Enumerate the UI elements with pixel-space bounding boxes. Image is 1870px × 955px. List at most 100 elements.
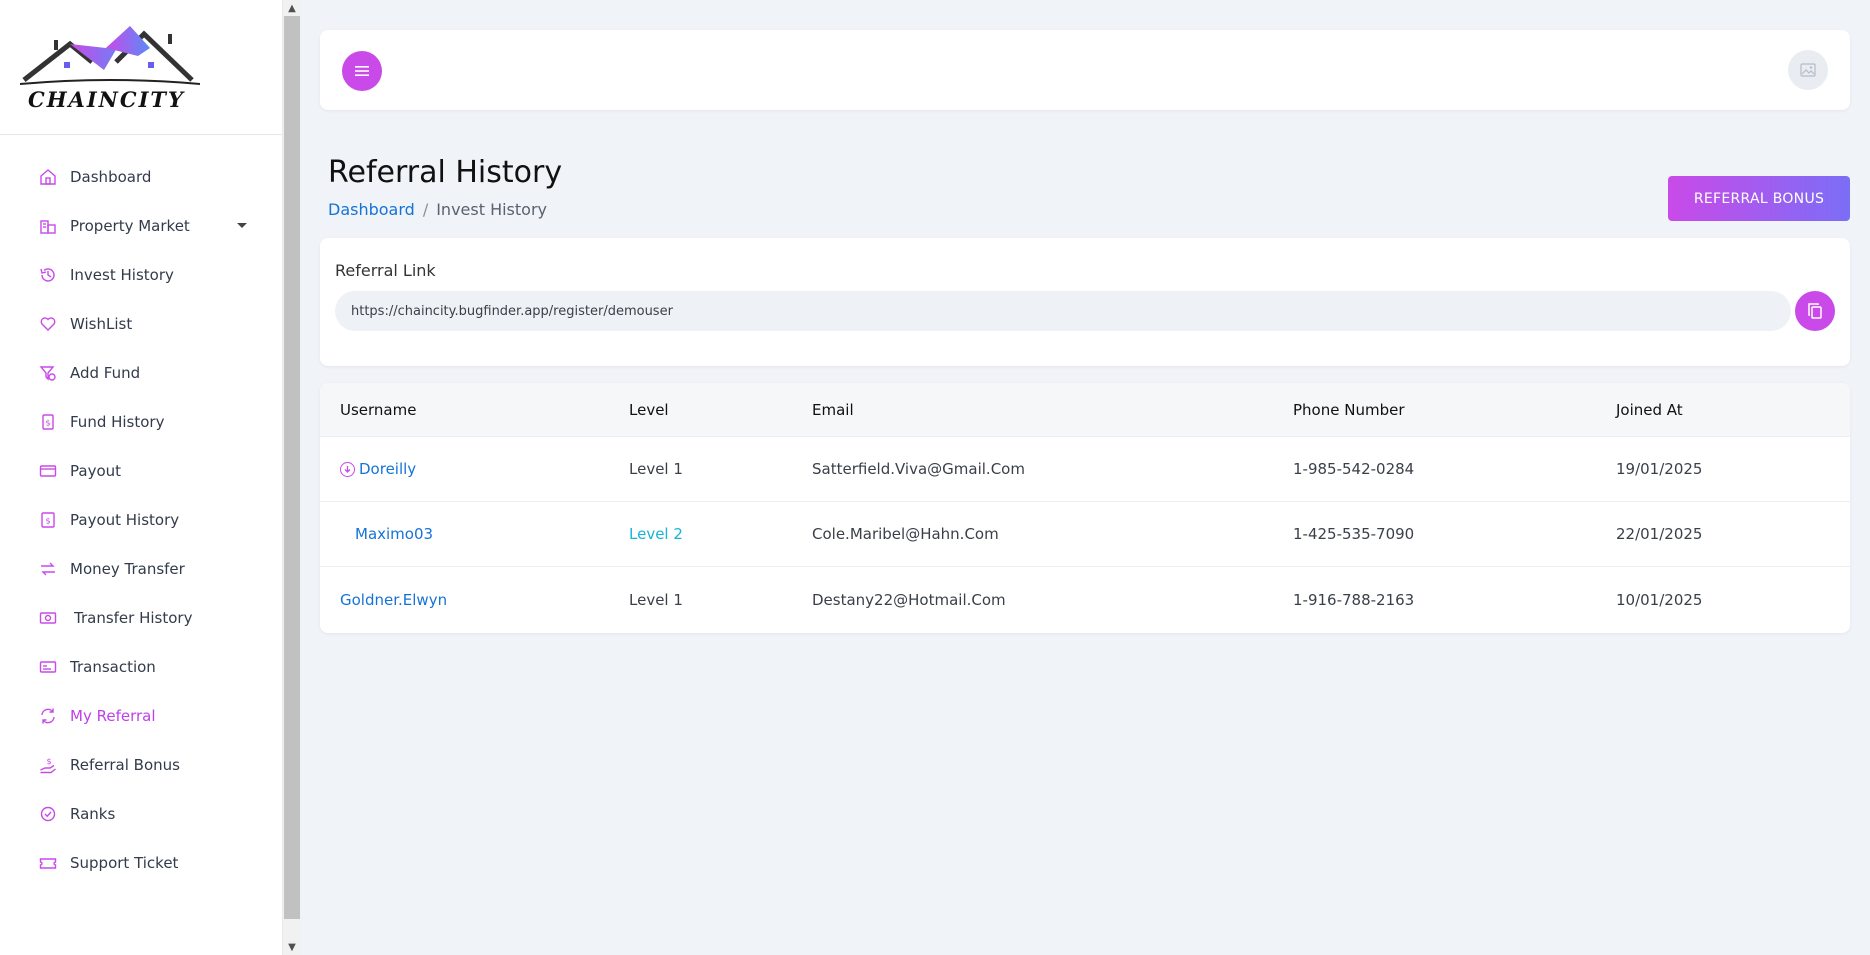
breadcrumb: Dashboard / Invest History bbox=[328, 200, 547, 219]
expand-row-icon[interactable] bbox=[340, 461, 355, 477]
sidebar-item-invest-history[interactable]: Invest History bbox=[0, 250, 282, 299]
referral-table: Username Level Email Phone Number Joined… bbox=[320, 383, 1850, 633]
sidebar-item-wishlist[interactable]: WishList bbox=[0, 299, 282, 348]
card-icon bbox=[38, 461, 58, 481]
ticket-icon bbox=[38, 853, 58, 873]
column-header-joined: Joined At bbox=[1616, 400, 1683, 419]
sidebar-item-fund-history[interactable]: $ Fund History bbox=[0, 397, 282, 446]
sidebar-item-payout[interactable]: Payout bbox=[0, 446, 282, 495]
level-text: Level 1 bbox=[629, 460, 683, 478]
image-placeholder-icon bbox=[1800, 63, 1816, 77]
logo-house-icon bbox=[20, 26, 200, 85]
copy-link-button[interactable] bbox=[1795, 291, 1835, 331]
referral-link-card: Referral Link bbox=[320, 238, 1850, 366]
email-text: Satterfield.Viva@Gmail.Com bbox=[812, 460, 1025, 478]
column-header-username: Username bbox=[340, 400, 417, 419]
sidebar-item-label: Add Fund bbox=[70, 363, 141, 382]
top-bar bbox=[320, 30, 1850, 110]
logo[interactable]: CHAINCITY bbox=[0, 0, 282, 135]
sidebar-item-transfer-history[interactable]: Transfer History bbox=[0, 593, 282, 642]
transaction-icon bbox=[38, 657, 58, 677]
sidebar-item-label: Property Market bbox=[70, 216, 190, 235]
email-text: Destany22@Hotmail.Com bbox=[812, 590, 1006, 609]
table-row: Goldner.Elwyn Level 1 Destany22@Hotmail.… bbox=[320, 567, 1850, 632]
level-link[interactable]: Level 2 bbox=[629, 525, 683, 543]
home-icon bbox=[38, 167, 58, 187]
sidebar-scrollbar[interactable]: ▲ ▼ bbox=[283, 0, 301, 955]
sidebar-item-label: WishList bbox=[70, 314, 133, 333]
sidebar-item-label: Money Transfer bbox=[70, 559, 185, 578]
username-link[interactable]: Goldner.Elwyn bbox=[340, 591, 447, 609]
phone-text: 1-916-788-2163 bbox=[1293, 590, 1415, 609]
scroll-thumb[interactable] bbox=[284, 16, 300, 919]
heart-icon bbox=[38, 314, 58, 334]
joined-date: 22/01/2025 bbox=[1616, 525, 1703, 543]
column-header-phone: Phone Number bbox=[1293, 400, 1405, 419]
phone-text: 1-985-542-0284 bbox=[1293, 460, 1415, 478]
sidebar-item-label: Dashboard bbox=[70, 167, 152, 186]
sidebar-item-label: Payout History bbox=[70, 510, 180, 529]
sidebar-item-label: Fund History bbox=[70, 412, 165, 431]
referral-link-label: Referral Link bbox=[335, 261, 436, 280]
sidebar: CHAINCITY Dashboard Property Market Inve… bbox=[0, 0, 283, 955]
sidebar-item-ranks[interactable]: Ranks bbox=[0, 789, 282, 838]
sidebar-item-label: Transaction bbox=[70, 657, 156, 676]
sidebar-item-label: Support Ticket bbox=[70, 853, 179, 872]
history-icon bbox=[38, 265, 58, 285]
menu-toggle-button[interactable] bbox=[342, 51, 382, 91]
copy-icon bbox=[1808, 303, 1822, 319]
sidebar-item-label: Ranks bbox=[70, 804, 116, 823]
sidebar-item-label: Payout bbox=[70, 461, 122, 480]
sidebar-item-label: Transfer History bbox=[74, 608, 193, 627]
sidebar-item-label: Invest History bbox=[70, 265, 174, 284]
building-icon bbox=[38, 216, 58, 236]
sidebar-item-property-market[interactable]: Property Market bbox=[0, 201, 282, 250]
email-text: Cole.Maribel@Hahn.Com bbox=[812, 525, 999, 543]
brand-name: CHAINCITY bbox=[28, 87, 186, 112]
add-fund-icon bbox=[38, 363, 58, 383]
column-header-email: Email bbox=[812, 400, 854, 419]
sidebar-item-my-referral[interactable]: My Referral bbox=[0, 691, 282, 740]
referral-icon bbox=[38, 706, 58, 726]
joined-date: 19/01/2025 bbox=[1616, 460, 1703, 478]
referral-link-input[interactable] bbox=[335, 291, 1791, 331]
svg-text:$: $ bbox=[46, 757, 51, 766]
scroll-up-icon[interactable]: ▲ bbox=[283, 0, 301, 16]
transfer-icon bbox=[38, 559, 58, 579]
scroll-down-icon[interactable]: ▼ bbox=[283, 939, 301, 955]
rank-icon bbox=[38, 804, 58, 824]
username-link[interactable]: Doreilly bbox=[359, 460, 416, 478]
payout-history-icon: $ bbox=[38, 510, 58, 530]
fund-history-icon: $ bbox=[38, 412, 58, 432]
joined-date: 10/01/2025 bbox=[1616, 590, 1703, 609]
svg-text:$: $ bbox=[45, 418, 50, 427]
page-title: Referral History bbox=[328, 155, 563, 190]
sidebar-item-referral-bonus[interactable]: $ Referral Bonus bbox=[0, 740, 282, 789]
table-header: Username Level Email Phone Number Joined… bbox=[320, 383, 1850, 437]
breadcrumb-separator: / bbox=[422, 200, 429, 219]
referral-bonus-button[interactable]: REFERRAL BONUS bbox=[1668, 176, 1850, 221]
sidebar-item-payout-history[interactable]: $ Payout History bbox=[0, 495, 282, 544]
table-row: Doreilly Level 1 Satterfield.Viva@Gmail.… bbox=[320, 437, 1850, 502]
bonus-icon: $ bbox=[38, 755, 58, 775]
sidebar-item-label: My Referral bbox=[70, 706, 156, 725]
sidebar-nav: Dashboard Property Market Invest History… bbox=[0, 135, 282, 887]
sidebar-item-add-fund[interactable]: Add Fund bbox=[0, 348, 282, 397]
sidebar-item-transaction[interactable]: Transaction bbox=[0, 642, 282, 691]
hamburger-icon bbox=[355, 66, 369, 76]
level-text: Level 1 bbox=[629, 590, 683, 609]
chevron-down-icon[interactable] bbox=[237, 223, 247, 228]
table-row: Maximo03 Level 2 Cole.Maribel@Hahn.Com 1… bbox=[320, 502, 1850, 567]
column-header-level: Level bbox=[629, 400, 669, 419]
breadcrumb-current: Invest History bbox=[436, 200, 547, 219]
money-icon bbox=[38, 608, 58, 628]
avatar[interactable] bbox=[1788, 50, 1828, 90]
phone-text: 1-425-535-7090 bbox=[1293, 525, 1415, 543]
username-link[interactable]: Maximo03 bbox=[355, 525, 433, 543]
breadcrumb-home-link[interactable]: Dashboard bbox=[328, 200, 415, 219]
sidebar-item-money-transfer[interactable]: Money Transfer bbox=[0, 544, 282, 593]
sidebar-item-support-ticket[interactable]: Support Ticket bbox=[0, 838, 282, 887]
sidebar-item-label: Referral Bonus bbox=[70, 755, 180, 774]
svg-text:$: $ bbox=[45, 516, 50, 525]
sidebar-item-dashboard[interactable]: Dashboard bbox=[0, 152, 282, 201]
